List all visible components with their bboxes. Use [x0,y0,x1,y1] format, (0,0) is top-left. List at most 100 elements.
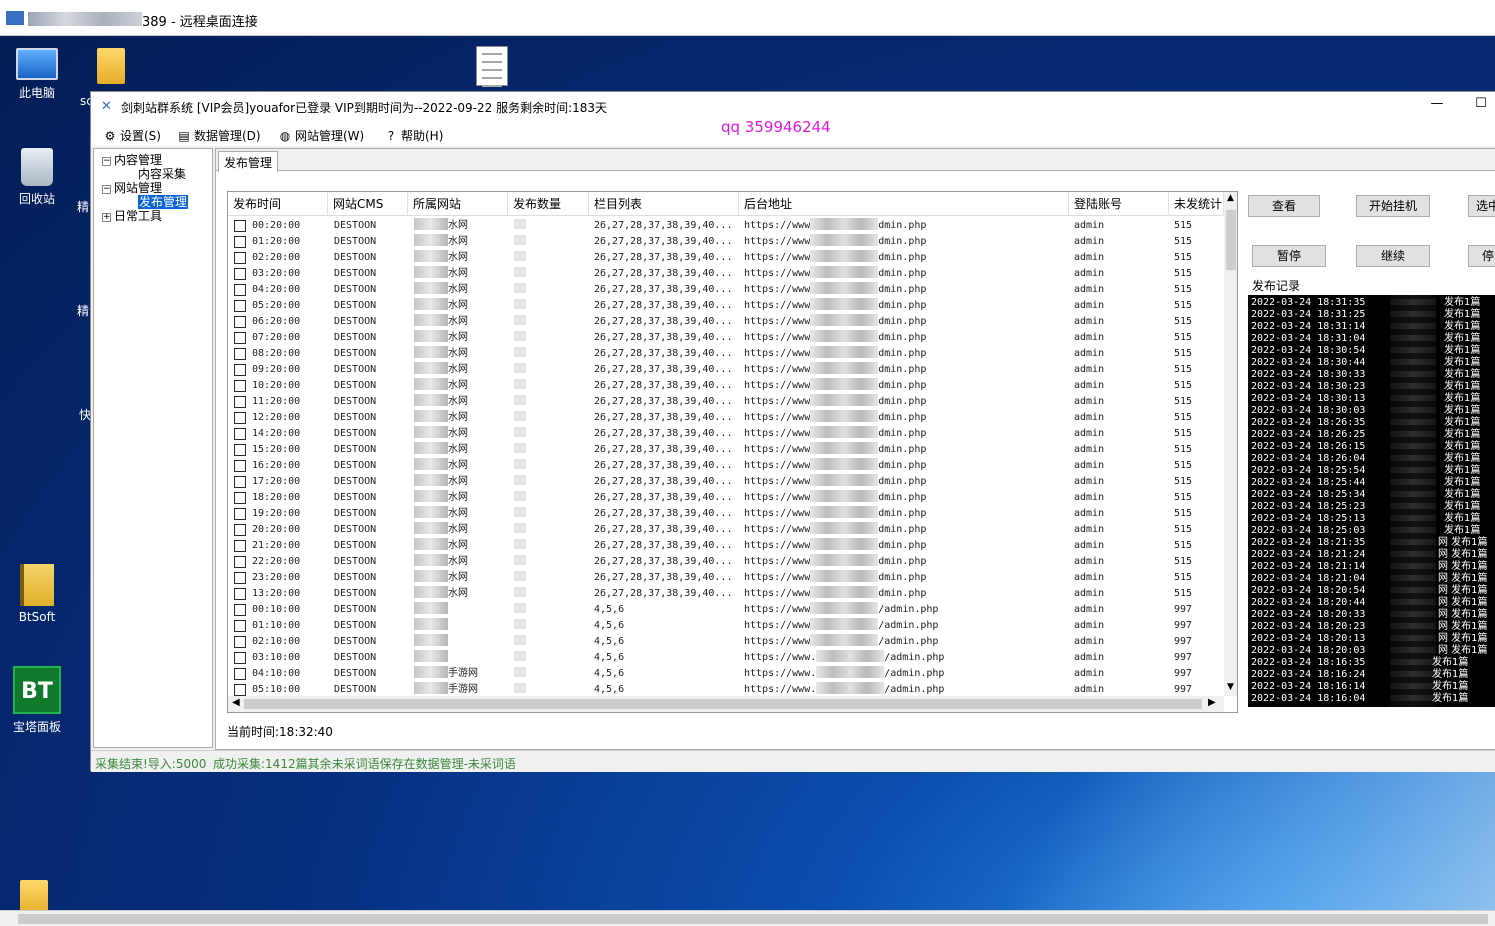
row-checkbox[interactable] [234,252,246,264]
tree-node-tools[interactable]: + 日常工具 [102,207,162,224]
table-row[interactable]: 00:10:00 DESTOON 4,5,6 https://www/admin.ph… [228,602,1224,618]
row-checkbox[interactable] [234,460,246,472]
table-row[interactable]: 15:20:00 DESTOON 水网 26,27,28,37,38,39,40...… [228,442,1224,458]
start-button[interactable]: 开始挂机 [1356,195,1430,217]
table-row[interactable]: 01:10:00 DESTOON 4,5,6 https://www/admin.ph… [228,618,1224,634]
column-header[interactable]: 后台地址 [739,192,1069,216]
stop-button[interactable]: 停 [1468,245,1495,267]
row-checkbox[interactable] [234,412,246,424]
table-row[interactable]: 04:10:00 DESTOON 手游网 4,5,6 https://www. /admi… [228,666,1224,682]
row-checkbox[interactable] [234,348,246,360]
table-row[interactable]: 00:20:00 DESTOON 水网 26,27,28,37,38,39,40...… [228,218,1224,234]
table-row[interactable]: 05:20:00 DESTOON 水网 26,27,28,37,38,39,40...… [228,298,1224,314]
table-row[interactable]: 12:20:00 DESTOON 水网 26,27,28,37,38,39,40...… [228,410,1224,426]
desktop-icon-bt-panel[interactable]: BT 宝塔面板 [2,666,72,735]
pause-button[interactable]: 暂停 [1252,245,1326,267]
scroll-down-icon[interactable]: ▼ [1227,682,1234,692]
row-checkbox[interactable] [234,636,246,648]
column-header[interactable]: 登陆账号 [1069,192,1169,216]
table-row[interactable]: 05:10:00 DESTOON 手游网 4,5,6 https://www. /admi… [228,682,1224,696]
table-row[interactable]: 16:20:00 DESTOON 水网 26,27,28,37,38,39,40...… [228,458,1224,474]
view-button[interactable]: 查看 [1248,195,1320,217]
column-header[interactable]: 栏目列表 [589,192,739,216]
resume-button[interactable]: 继续 [1356,245,1430,267]
row-checkbox[interactable] [234,268,246,280]
table-row[interactable]: 20:20:00 DESTOON 水网 26,27,28,37,38,39,40...… [228,522,1224,538]
row-checkbox[interactable] [234,428,246,440]
table-row[interactable]: 03:10:00 DESTOON 4,5,6 https://www. /admin.p… [228,650,1224,666]
scroll-thumb[interactable] [18,914,1488,924]
maximize-button[interactable]: ☐ [1467,96,1495,118]
row-checkbox[interactable] [234,572,246,584]
table-row[interactable]: 02:10:00 DESTOON 4,5,6 https://www/admin.ph… [228,634,1224,650]
scroll-right-icon[interactable]: ▶ [1208,697,1216,708]
table-vertical-scrollbar[interactable]: ▲ ▼ [1224,192,1237,696]
column-header[interactable]: 网站CMS [328,192,408,216]
row-checkbox[interactable] [234,540,246,552]
row-checkbox[interactable] [234,588,246,600]
row-checkbox[interactable] [234,444,246,456]
expand-icon[interactable]: + [102,213,111,222]
table-row[interactable]: 22:20:00 DESTOON 水网 26,27,28,37,38,39,40...… [228,554,1224,570]
tab-publish-management[interactable]: 发布管理 [218,151,279,172]
row-checkbox[interactable] [234,236,246,248]
scroll-up-icon[interactable]: ▲ [1227,193,1234,203]
row-checkbox[interactable] [234,492,246,504]
row-checkbox[interactable] [234,300,246,312]
table-row[interactable]: 13:20:00 DESTOON 水网 26,27,28,37,38,39,40...… [228,586,1224,602]
table-row[interactable]: 10:20:00 DESTOON 水网 26,27,28,37,38,39,40...… [228,378,1224,394]
menu-data-management[interactable]: ▤ 数据管理(D) [177,127,260,144]
menu-help[interactable]: ? 帮助(H) [384,127,444,144]
table-row[interactable]: 02:20:00 DESTOON 水网 26,27,28,37,38,39,40...… [228,250,1224,266]
table-row[interactable]: 11:20:00 DESTOON 水网 26,27,28,37,38,39,40...… [228,394,1224,410]
row-checkbox[interactable] [234,332,246,344]
collapse-icon[interactable]: − [102,157,111,166]
column-header[interactable]: 所属网站 [408,192,508,216]
column-header[interactable]: 发布数量 [508,192,589,216]
table-row[interactable]: 14:20:00 DESTOON 水网 26,27,28,37,38,39,40...… [228,426,1224,442]
row-checkbox[interactable] [234,556,246,568]
row-checkbox[interactable] [234,524,246,536]
minimize-button[interactable]: — [1423,96,1451,118]
table-row[interactable]: 23:20:00 DESTOON 水网 26,27,28,37,38,39,40...… [228,570,1224,586]
remote-desktop-scrollbar[interactable] [0,910,1495,926]
row-checkbox[interactable] [234,652,246,664]
desktop-icon-this-pc[interactable]: 此电脑 [2,48,72,101]
collapse-icon[interactable]: − [102,185,111,194]
table-row[interactable]: 04:20:00 DESTOON 水网 26,27,28,37,38,39,40...… [228,282,1224,298]
folder-icon[interactable] [20,880,48,910]
column-header[interactable]: 发布时间 [228,192,328,216]
row-checkbox[interactable] [234,604,246,616]
table-row[interactable]: 21:20:00 DESTOON 水网 26,27,28,37,38,39,40...… [228,538,1224,554]
table-row[interactable]: 07:20:00 DESTOON 水网 26,27,28,37,38,39,40...… [228,330,1224,346]
row-checkbox[interactable] [234,284,246,296]
row-checkbox[interactable] [234,220,246,232]
row-checkbox[interactable] [234,620,246,632]
row-checkbox[interactable] [234,316,246,328]
scroll-thumb[interactable] [1226,210,1236,270]
row-checkbox[interactable] [234,396,246,408]
row-checkbox[interactable] [234,476,246,488]
document-icon[interactable] [476,46,508,87]
table-row[interactable]: 03:20:00 DESTOON 水网 26,27,28,37,38,39,40...… [228,266,1224,282]
row-checkbox[interactable] [234,380,246,392]
menu-settings[interactable]: ⚙ 设置(S) [103,127,161,144]
row-checkbox[interactable] [234,684,246,696]
row-checkbox[interactable] [234,364,246,376]
column-header[interactable]: 未发统计 [1169,192,1224,216]
row-checkbox[interactable] [234,668,246,680]
scroll-left-icon[interactable]: ◀ [232,697,240,708]
select-button[interactable]: 选中 [1468,195,1495,217]
desktop-icon-recycle-bin[interactable]: 回收站 [2,148,72,207]
table-row[interactable]: 08:20:00 DESTOON 水网 26,27,28,37,38,39,40...… [228,346,1224,362]
table-row[interactable]: 17:20:00 DESTOON 水网 26,27,28,37,38,39,40...… [228,474,1224,490]
table-row[interactable]: 01:20:00 DESTOON 水网 26,27,28,37,38,39,40...… [228,234,1224,250]
row-checkbox[interactable] [234,508,246,520]
folder-icon[interactable] [97,48,125,84]
desktop-icon-btsoft[interactable]: BtSoft [2,564,72,624]
table-row[interactable]: 19:20:00 DESTOON 水网 26,27,28,37,38,39,40...… [228,506,1224,522]
table-row[interactable]: 06:20:00 DESTOON 水网 26,27,28,37,38,39,40...… [228,314,1224,330]
scroll-thumb[interactable] [244,699,1202,709]
table-row[interactable]: 09:20:00 DESTOON 水网 26,27,28,37,38,39,40...… [228,362,1224,378]
menu-site-management[interactable]: ◍ 网站管理(W) [278,127,364,144]
